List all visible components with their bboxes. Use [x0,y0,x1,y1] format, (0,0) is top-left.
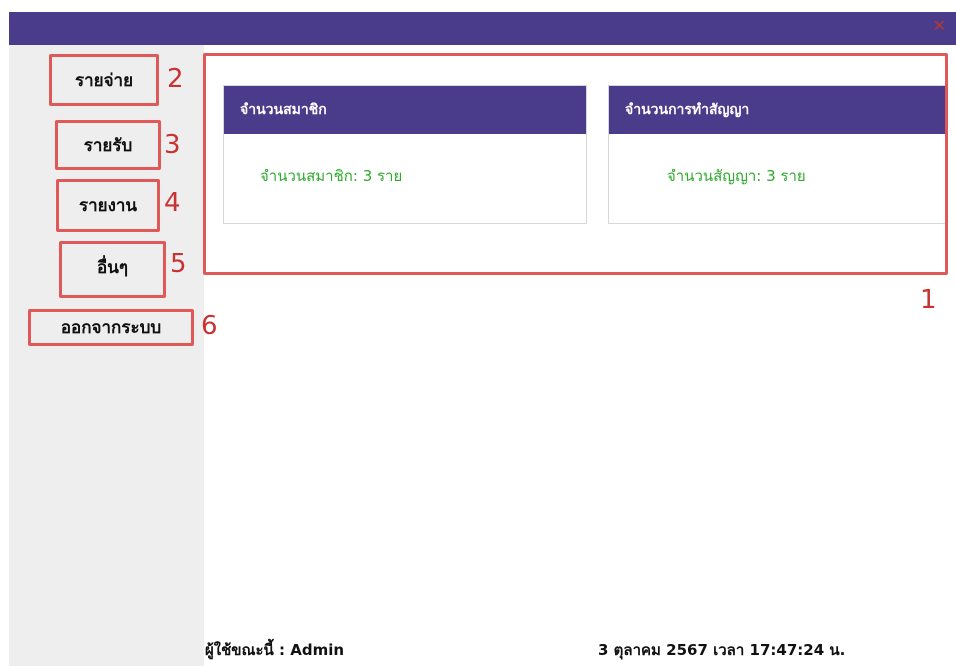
annotation-number-2: 2 [167,64,184,94]
title-bar: ✕ [9,12,956,45]
menu-income-label: รายรับ [83,135,133,156]
menu-reports-button[interactable]: รายงาน [56,179,160,232]
menu-expenses-label: รายจ่าย [74,70,134,91]
members-card-body: จำนวนสมาชิก: 3 ราย [224,134,586,188]
annotation-number-1: 1 [920,285,937,315]
menu-other-button[interactable]: อื่นๆ [59,241,166,298]
menu-other-label: อื่นๆ [97,258,128,278]
current-user-label: ผู้ใช้ขณะนี้ : Admin [205,641,345,659]
annotation-number-6: 6 [201,311,218,341]
contracts-card-header: จำนวนการทำสัญญา [609,86,945,134]
annotation-number-3: 3 [164,130,181,160]
annotation-number-5: 5 [170,249,187,279]
contracts-card-body: จำนวนสัญญา: 3 ราย [609,134,945,188]
members-card: จำนวนสมาชิก จำนวนสมาชิก: 3 ราย [223,85,587,224]
members-count-text: จำนวนสมาชิก: 3 ราย [260,167,403,185]
contracts-count-text: จำนวนสัญญา: 3 ราย [667,167,806,185]
datetime-label: 3 ตุลาคม 2567 เวลา 17:47:24 น. [598,641,846,659]
menu-income-button[interactable]: รายรับ [55,120,161,170]
close-icon[interactable]: ✕ [933,18,946,34]
menu-expenses-button[interactable]: รายจ่าย [49,54,159,106]
contracts-card-title: จำนวนการทำสัญญา [625,102,750,118]
annotation-number-4: 4 [164,188,181,218]
menu-logout-label: ออกจากระบบ [60,318,162,338]
menu-logout-button[interactable]: ออกจากระบบ [28,309,194,346]
members-card-title: จำนวนสมาชิก [240,102,327,118]
members-card-header: จำนวนสมาชิก [224,86,586,134]
contracts-card: จำนวนการทำสัญญา จำนวนสัญญา: 3 ราย [608,85,945,224]
menu-reports-label: รายงาน [78,196,138,216]
